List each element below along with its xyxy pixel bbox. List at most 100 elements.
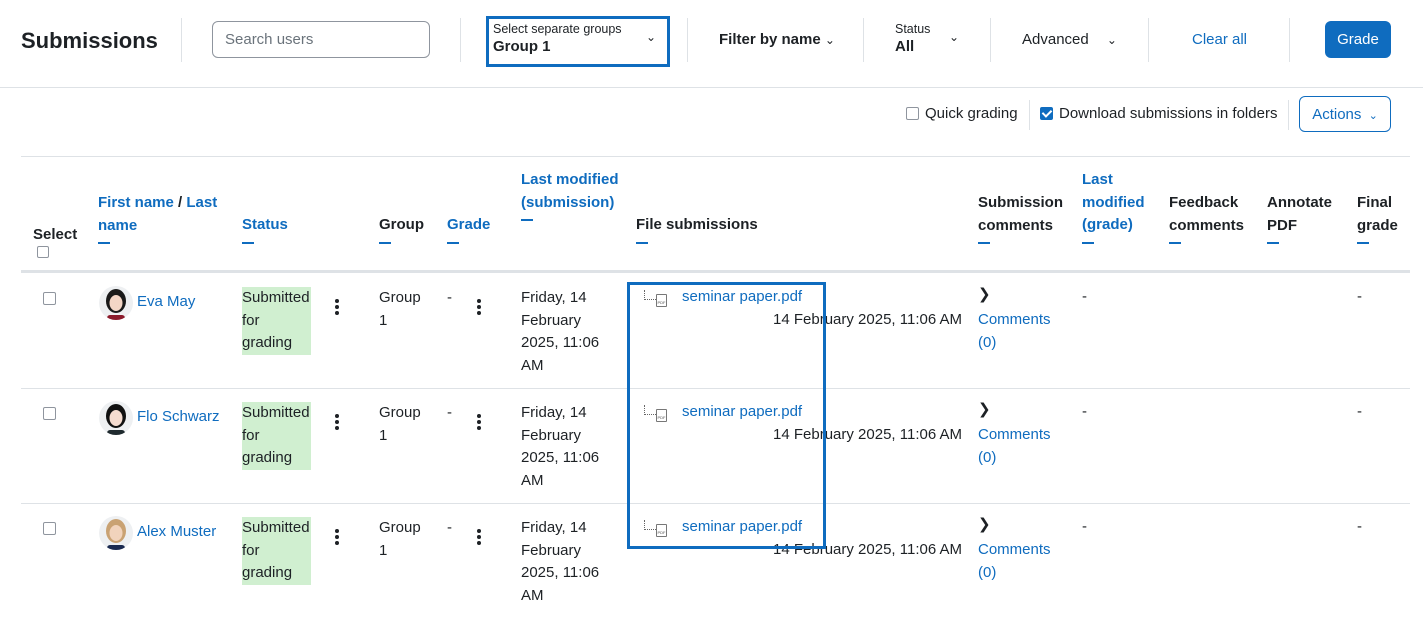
row-select-checkbox[interactable]: [43, 407, 56, 420]
filter-by-name-dropdown[interactable]: Filter by name ⌄: [719, 31, 835, 48]
column-header-annotate-pdf: Annotate PDF: [1267, 192, 1342, 244]
group-select-value: Group 1: [493, 38, 551, 55]
sort-grade-link[interactable]: Grade: [447, 216, 490, 233]
collapse-column-icon[interactable]: [1082, 241, 1094, 244]
file-submissions-header-label: File submissions: [636, 216, 758, 233]
column-header-status[interactable]: Status: [242, 214, 288, 244]
actions-dropdown-button[interactable]: Actions ⌄: [1299, 96, 1391, 132]
group-header-label: Group: [379, 216, 424, 233]
status-badge: Submitted for grading: [242, 402, 311, 470]
collapse-column-icon[interactable]: [521, 219, 533, 221]
grade-actions-kebab-icon[interactable]: [475, 297, 483, 317]
select-all-checkbox[interactable]: [37, 245, 49, 258]
file-date: 14 February 2025, 11:06 AM: [773, 426, 963, 443]
group-select[interactable]: Select separate groups Group 1 ⌄: [486, 16, 670, 67]
collapse-column-icon[interactable]: [1357, 242, 1369, 244]
collapse-column-icon[interactable]: [1169, 242, 1181, 244]
user-avatar-icon: [106, 289, 126, 320]
divider: [863, 18, 864, 62]
sort-status-link[interactable]: Status: [242, 216, 288, 233]
collapse-column-icon[interactable]: [636, 241, 648, 244]
column-header-feedback-comments: Feedback comments: [1169, 192, 1254, 244]
column-header-last-modified-submission[interactable]: Last modified (submission): [521, 169, 621, 221]
search-users-input[interactable]: [212, 21, 430, 58]
group-cell: Group 1: [379, 289, 421, 329]
avatar: [99, 401, 133, 435]
group-select-label: Select separate groups: [493, 22, 622, 36]
grade-actions-kebab-icon[interactable]: [475, 412, 483, 432]
file-download-link[interactable]: seminar paper.pdf: [682, 401, 802, 424]
clear-all-link[interactable]: Clear all: [1192, 31, 1247, 48]
row-divider: [21, 388, 1410, 389]
divider: [460, 18, 461, 62]
quick-grading-option[interactable]: Quick grading: [906, 105, 1018, 122]
column-header-last-modified-grade[interactable]: Last modified (grade): [1082, 169, 1152, 244]
annotate-pdf-header-label: Annotate PDF: [1267, 194, 1332, 234]
row-divider: [21, 503, 1410, 504]
status-badge: Submitted for grading: [242, 517, 311, 585]
status-actions-kebab-icon[interactable]: [333, 297, 341, 317]
chevron-down-icon: ⌄: [1106, 33, 1117, 47]
collapse-column-icon[interactable]: [1267, 242, 1279, 244]
grade-button[interactable]: Grade: [1325, 21, 1391, 58]
file-date: 14 February 2025, 11:06 AM: [773, 541, 963, 558]
status-badge: Submitted for grading: [242, 287, 311, 355]
divider: [990, 18, 991, 62]
comments-link[interactable]: Comments (0): [978, 309, 1058, 354]
user-name-link[interactable]: Alex Muster: [137, 521, 216, 544]
row-select-checkbox[interactable]: [43, 292, 56, 305]
quick-grading-checkbox[interactable]: [906, 107, 919, 120]
chevron-down-icon: ⌄: [949, 30, 960, 44]
final-grade-cell: -: [1357, 518, 1362, 535]
collapse-column-icon[interactable]: [447, 241, 459, 244]
group-cell: Group 1: [379, 519, 421, 559]
download-in-folders-option[interactable]: Download submissions in folders: [1040, 105, 1277, 122]
last-modified-submission-cell: Friday, 14 February 2025, 11:06 AM: [521, 404, 600, 489]
avatar: [99, 516, 133, 550]
filter-by-name-label: Filter by name: [719, 31, 821, 48]
grade-cell: -: [447, 289, 452, 306]
comments-link[interactable]: Comments (0): [978, 424, 1058, 469]
grade-actions-kebab-icon[interactable]: [475, 527, 483, 547]
sort-first-name-link[interactable]: First name: [98, 194, 174, 211]
sort-last-modified-submission-link[interactable]: Last modified (submission): [521, 171, 619, 211]
divider: [181, 18, 182, 62]
last-modified-grade-cell: -: [1082, 288, 1087, 305]
pdf-file-icon: PDF: [656, 524, 667, 537]
chevron-right-icon[interactable]: ❯: [978, 400, 991, 418]
table-header-border: [21, 270, 1410, 273]
column-header-submission-comments: Submission comments: [978, 192, 1068, 244]
chevron-right-icon[interactable]: ❯: [978, 285, 991, 303]
chevron-down-icon: ⌄: [824, 33, 835, 47]
collapse-column-icon[interactable]: [978, 242, 990, 244]
status-select[interactable]: Status All ⌄: [895, 22, 965, 62]
user-avatar-icon: [106, 404, 126, 435]
file-download-link[interactable]: seminar paper.pdf: [682, 516, 802, 539]
column-header-select: Select: [33, 224, 77, 258]
collapse-column-icon[interactable]: [98, 242, 110, 244]
filter-bar: Submissions Select separate groups Group…: [0, 0, 1423, 88]
status-actions-kebab-icon[interactable]: [333, 527, 341, 547]
chevron-right-icon[interactable]: ❯: [978, 515, 991, 533]
user-name-link[interactable]: Eva May: [137, 291, 195, 314]
divider: [687, 18, 688, 62]
sort-last-modified-grade-link[interactable]: Last modified (grade): [1082, 171, 1145, 233]
feedback-comments-header-label: Feedback comments: [1169, 194, 1245, 234]
collapse-column-icon[interactable]: [379, 241, 391, 244]
divider: [21, 156, 1410, 157]
divider: [1288, 100, 1289, 130]
column-header-file-submissions: File submissions: [636, 214, 758, 244]
column-header-grade[interactable]: Grade: [447, 214, 490, 244]
file-download-link[interactable]: seminar paper.pdf: [682, 286, 802, 309]
comments-link[interactable]: Comments (0): [978, 539, 1058, 584]
row-select-checkbox[interactable]: [43, 522, 56, 535]
download-in-folders-checkbox[interactable]: [1040, 107, 1053, 120]
divider: [1029, 100, 1030, 130]
column-header-group: Group: [379, 214, 424, 244]
last-modified-grade-cell: -: [1082, 518, 1087, 535]
grade-cell: -: [447, 519, 452, 536]
user-name-link[interactable]: Flo Schwarz: [137, 406, 220, 429]
advanced-dropdown[interactable]: Advanced ⌄: [1022, 31, 1117, 48]
collapse-column-icon[interactable]: [242, 241, 254, 244]
status-actions-kebab-icon[interactable]: [333, 412, 341, 432]
